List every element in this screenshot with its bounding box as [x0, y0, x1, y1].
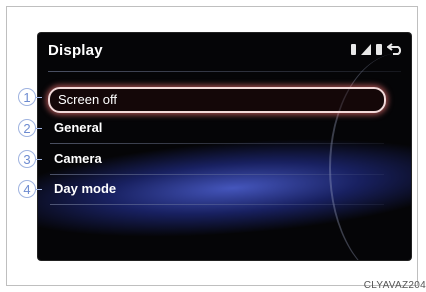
status-bar [351, 43, 403, 55]
phone-icon [351, 43, 356, 55]
header-divider [48, 71, 401, 72]
callout-3: 3 [18, 150, 36, 168]
back-icon[interactable] [387, 43, 403, 55]
callout-line [36, 128, 42, 129]
menu-item-screen-off[interactable]: Screen off [48, 87, 386, 113]
menu-item-label: General [54, 120, 103, 135]
display-screen: Display Screen off General Camera Day mo… [38, 33, 411, 260]
menu-item-label: Screen off [58, 92, 118, 107]
menu-item-general[interactable]: General [50, 116, 384, 144]
callout-1: 1 [18, 88, 36, 106]
signal-icon [361, 43, 371, 55]
callout-line [36, 159, 42, 160]
callout-line [36, 97, 42, 98]
menu-item-label: Day mode [54, 181, 117, 196]
menu-item-day-mode[interactable]: Day mode [50, 177, 384, 205]
figure-code: CLYAVAZ204 [363, 280, 426, 291]
menu-item-camera[interactable]: Camera [50, 147, 384, 175]
battery-icon [376, 43, 382, 55]
callout-line [36, 189, 42, 190]
menu-divider [50, 174, 384, 175]
callout-4: 4 [18, 180, 36, 198]
menu-divider [50, 204, 384, 205]
menu-divider [50, 143, 384, 144]
callout-2: 2 [18, 119, 36, 137]
menu-item-label: Camera [54, 151, 102, 166]
page-title: Display [48, 42, 103, 59]
